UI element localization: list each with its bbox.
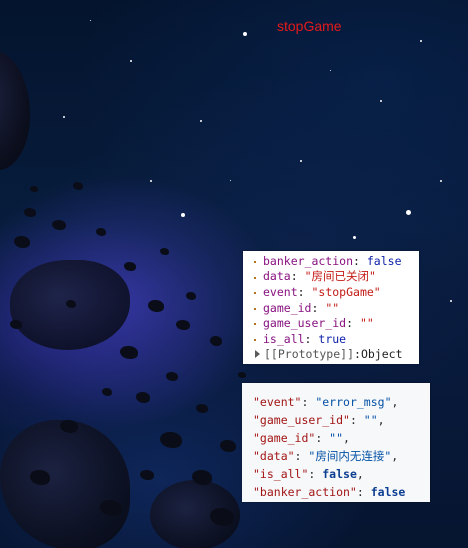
rock xyxy=(52,220,66,230)
property-value: "" xyxy=(325,300,340,315)
json-value: false xyxy=(322,467,357,481)
prototype-label: [[Prototype]] xyxy=(264,347,355,362)
json-key: "banker_action" xyxy=(253,485,357,499)
rock xyxy=(124,262,136,271)
star xyxy=(440,180,442,182)
rock xyxy=(140,470,154,480)
property-bullet xyxy=(254,292,256,295)
property-bullet xyxy=(254,276,256,279)
rock xyxy=(238,372,246,378)
star xyxy=(300,160,302,162)
star xyxy=(243,32,247,36)
rock xyxy=(136,392,150,403)
property-key: event xyxy=(263,284,298,299)
star xyxy=(200,120,202,122)
property-key: data xyxy=(263,269,291,284)
object-row[interactable]: event: "stopGame" xyxy=(243,284,419,300)
json-key: "game_id" xyxy=(253,431,316,445)
rock xyxy=(102,388,112,396)
json-value: "" xyxy=(363,413,378,427)
star xyxy=(406,210,411,215)
rock xyxy=(66,300,76,308)
json-row: "game_user_id": "", xyxy=(253,413,385,427)
rock xyxy=(24,208,36,217)
json-row: "banker_action": false xyxy=(253,485,406,499)
json-key: "event" xyxy=(253,395,302,409)
star xyxy=(150,180,152,182)
object-row[interactable]: is_all: true xyxy=(243,331,419,347)
rock xyxy=(196,404,208,413)
star xyxy=(90,20,91,21)
property-value: true xyxy=(318,331,347,346)
star xyxy=(450,300,452,302)
property-bullet xyxy=(254,338,256,341)
star xyxy=(330,70,331,71)
star xyxy=(181,213,185,217)
rock xyxy=(220,440,236,452)
property-bullet xyxy=(254,307,256,310)
rock xyxy=(210,508,234,526)
json-key: "game_user_id" xyxy=(253,413,350,427)
property-bullet xyxy=(254,323,256,326)
rock xyxy=(73,182,83,190)
rock xyxy=(210,336,222,346)
rock xyxy=(120,346,138,359)
object-row[interactable]: banker_action: false xyxy=(243,253,419,269)
expand-triangle-icon[interactable] xyxy=(255,350,260,359)
prototype-row[interactable]: [[Prototype]]: Object xyxy=(243,347,419,363)
rock xyxy=(60,420,78,433)
rock xyxy=(148,300,164,312)
property-value: false xyxy=(366,253,402,268)
rock xyxy=(176,320,190,330)
property-key: banker_action xyxy=(263,253,354,268)
property-value: "stopGame" xyxy=(311,284,381,299)
rock xyxy=(30,186,38,192)
rock xyxy=(186,292,196,300)
star xyxy=(230,180,231,181)
json-value: "" xyxy=(329,431,344,445)
rock xyxy=(96,228,106,236)
property-key: game_id xyxy=(263,300,312,315)
rock xyxy=(166,372,178,381)
json-key: "data" xyxy=(253,449,295,463)
large-asteroid xyxy=(0,50,30,170)
asteroid-cluster xyxy=(0,420,130,548)
star xyxy=(130,60,132,62)
star xyxy=(63,116,65,118)
star xyxy=(420,40,422,42)
property-key: is_all xyxy=(263,331,305,346)
json-row: "game_id": "", xyxy=(253,431,350,445)
object-row[interactable]: data: "房间已关闭" xyxy=(243,269,419,285)
property-bullet xyxy=(254,261,256,263)
json-snippet-panel: "event": "error_msg", "game_user_id": ""… xyxy=(242,383,430,502)
json-value: false xyxy=(370,485,406,499)
object-row[interactable]: game_user_id: "" xyxy=(243,315,419,331)
rock xyxy=(30,470,50,485)
json-value: "error_msg" xyxy=(315,395,392,409)
object-row[interactable]: game_id: "" xyxy=(243,300,419,316)
star xyxy=(353,236,356,239)
rock xyxy=(160,248,169,255)
prototype-value: Object xyxy=(360,347,403,362)
console-object-panel: banker_action: false data: "房间已关闭" event… xyxy=(243,251,419,364)
json-row: "data": "房间内无连接", xyxy=(253,449,399,463)
property-key: game_user_id xyxy=(263,316,347,331)
rock xyxy=(100,500,122,516)
rock xyxy=(160,432,182,448)
star xyxy=(380,100,382,102)
rock xyxy=(10,320,22,329)
page-title: stopGame xyxy=(277,18,342,34)
json-row: "is_all": false, xyxy=(253,467,364,481)
rock xyxy=(192,470,212,485)
json-value: "房间内无连接" xyxy=(308,449,392,463)
property-value: "" xyxy=(359,316,374,331)
rock xyxy=(14,236,30,248)
property-value: "房间已关闭" xyxy=(304,269,376,284)
json-row: "event": "error_msg", xyxy=(253,395,399,409)
json-key: "is_all" xyxy=(253,467,309,481)
